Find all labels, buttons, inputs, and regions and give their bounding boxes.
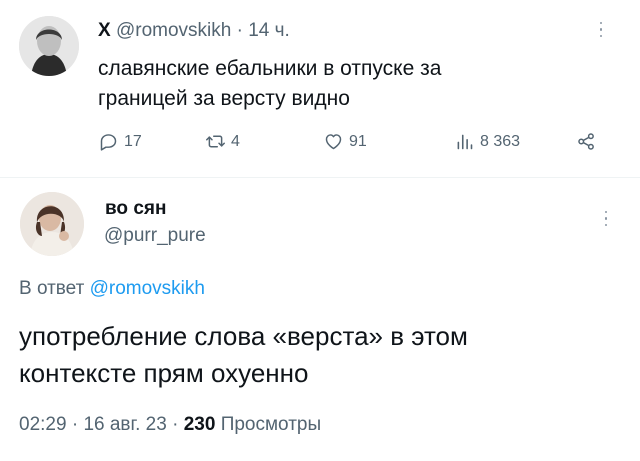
separator: · xyxy=(236,20,243,41)
reply-to-handle[interactable]: @romovskikh xyxy=(90,278,205,299)
views-label: Просмотры xyxy=(220,414,322,435)
heart-icon xyxy=(325,134,342,150)
avatar[interactable] xyxy=(20,192,84,256)
views-button[interactable]: 8 363 xyxy=(454,131,520,152)
reply-count: 17 xyxy=(124,132,142,150)
author-handle[interactable]: @purr_pure xyxy=(104,225,206,247)
author-name[interactable]: X xyxy=(98,20,111,41)
views-count: 8 363 xyxy=(480,132,521,150)
timestamp[interactable]: 14 ч. xyxy=(248,20,290,41)
post-time[interactable]: 02:29 xyxy=(19,414,67,435)
more-options-icon[interactable] xyxy=(598,22,604,38)
author-handle[interactable]: @romovskikh xyxy=(116,20,231,41)
tweet-text-line: славянские ебальники в отпуске за xyxy=(98,57,442,80)
tweet-text: славянские ебальники в отпуске за границ… xyxy=(98,54,578,114)
like-count: 91 xyxy=(349,132,367,150)
avatar[interactable] xyxy=(19,16,79,76)
tweet-original[interactable]: X @romovskikh · 14 ч. славянские ебальни… xyxy=(0,0,640,178)
reply-prefix: В ответ xyxy=(19,278,85,299)
divider xyxy=(0,177,640,178)
reply-context: В ответ @romovskikh xyxy=(19,278,205,300)
action-bar: 17 4 91 8 363 xyxy=(98,131,608,157)
retweet-button[interactable]: 4 xyxy=(205,131,240,152)
tweet-text-line: контексте прям охуенно xyxy=(19,358,309,388)
tweet-text: употребление слова «верста» в этом конте… xyxy=(19,318,619,392)
post-date[interactable]: 16 авг. 23 xyxy=(83,414,166,435)
share-icon xyxy=(578,133,594,150)
tweet-text-line: употребление слова «верста» в этом xyxy=(19,321,468,351)
speech-bubble-icon xyxy=(100,134,117,151)
tweet-header: X @romovskikh · 14 ч. xyxy=(98,20,290,42)
share-button[interactable] xyxy=(576,131,597,152)
tweet-text-line: границей за версту видно xyxy=(98,87,350,110)
bar-chart-icon xyxy=(457,134,473,150)
separator: · xyxy=(172,414,179,435)
separator: · xyxy=(71,414,79,435)
like-button[interactable]: 91 xyxy=(323,131,367,152)
retweet-arrows-icon xyxy=(206,135,225,148)
reply-button[interactable]: 17 xyxy=(98,131,142,152)
retweet-count: 4 xyxy=(231,132,240,150)
tweet-meta: 02:29 · 16 авг. 23 · 230 Просмотры xyxy=(19,414,321,436)
author-name[interactable]: во сян xyxy=(105,198,166,220)
more-options-icon[interactable] xyxy=(603,211,609,227)
views-count: 230 xyxy=(183,414,216,435)
